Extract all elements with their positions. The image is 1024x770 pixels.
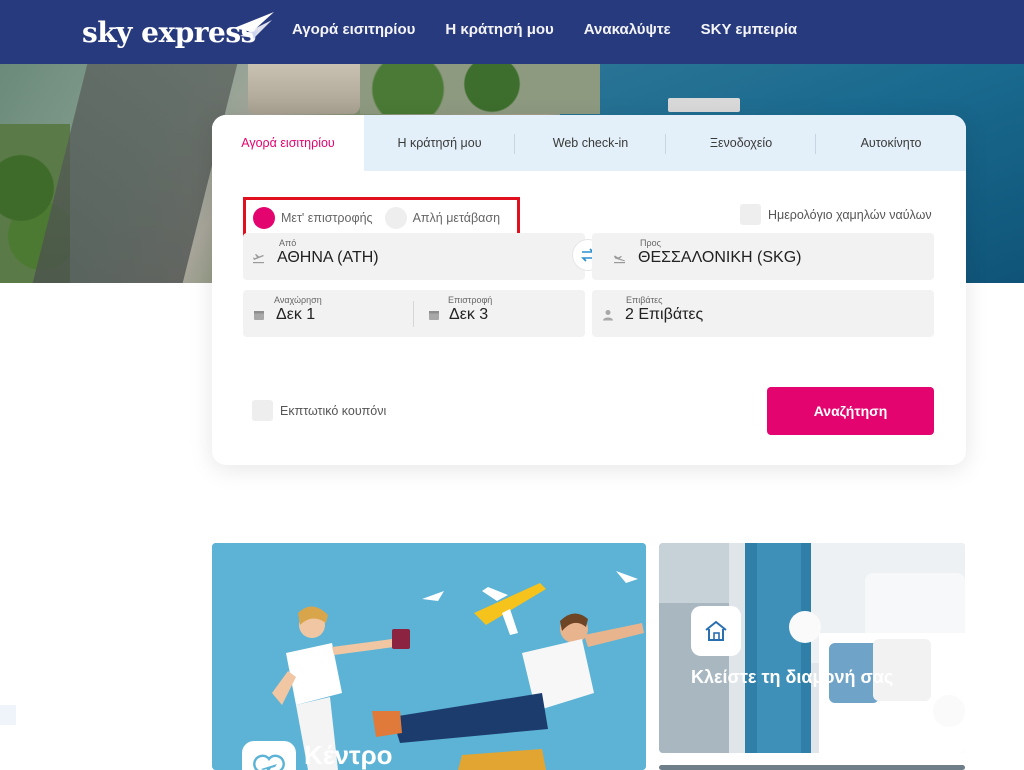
destination-label: Προς xyxy=(640,238,661,248)
help-center-illustration xyxy=(212,543,646,770)
origin-value: ΑΘΗΝΑ (ATH) xyxy=(277,249,379,266)
house-icon xyxy=(705,620,727,641)
tab-buy-ticket[interactable]: Αγορά εισιτηρίου xyxy=(212,115,364,171)
dates-field: Αναχώρηση Δεκ 1 Επιστροφή Δεκ 3 xyxy=(243,290,585,337)
hero-road xyxy=(32,64,238,283)
discount-coupon-option: Εκπτωτικό κουπόνι xyxy=(252,400,386,421)
nav-link-discover[interactable]: Ανακαλύψτε xyxy=(584,21,671,38)
passengers-value: 2 Επιβάτες xyxy=(625,306,704,323)
tab-label: Η κράτησή μου xyxy=(397,136,482,150)
person-icon xyxy=(603,310,613,321)
destination-value: ΘΕΣΣΑΛΟΝΙΚΗ (SKG) xyxy=(638,249,802,266)
origin-field[interactable]: Από ΑΘΗΝΑ (ATH) xyxy=(243,233,585,280)
hotel-promo[interactable]: Κλείστε τη διαμονή σας xyxy=(659,543,965,753)
tab-label: Ξενοδοχείο xyxy=(709,136,773,150)
low-fare-calendar-checkbox[interactable] xyxy=(740,204,761,225)
low-fare-calendar-label: Ημερολόγιο χαμηλών ναύλων xyxy=(768,207,932,222)
tab-label: Αυτοκίνητο xyxy=(860,136,922,150)
origin-label: Από xyxy=(279,238,297,248)
main-menu: Αγορά εισιτηρίου Η κράτησή μου Ανακαλύψτ… xyxy=(292,21,797,38)
search-button[interactable]: Αναζήτηση xyxy=(767,387,934,435)
destination-field[interactable]: Προς ΘΕΣΣΑΛΟΝΙΚΗ (SKG) xyxy=(592,233,934,280)
tab-car[interactable]: Αυτοκίνητο xyxy=(816,115,966,171)
calendar-icon xyxy=(254,311,264,320)
calendar-icon xyxy=(429,311,439,320)
hotel-icon-box xyxy=(691,606,741,656)
paper-plane-logo-icon xyxy=(234,12,274,40)
nav-link-sky-experience[interactable]: SKY εμπειρία xyxy=(701,21,797,38)
help-center-icon-box xyxy=(242,741,296,770)
departure-date-field[interactable]: Αναχώρηση Δεκ 1 xyxy=(243,290,413,337)
help-center-promo[interactable]: Κέντρο xyxy=(212,543,646,770)
hotel-promo-title: Κλείστε τη διαμονή σας xyxy=(691,667,894,687)
logo-text: sky express xyxy=(82,15,256,49)
discount-coupon-checkbox[interactable] xyxy=(252,400,273,421)
departure-label: Αναχώρηση xyxy=(274,295,322,305)
return-date-field[interactable]: Επιστροφή Δεκ 3 xyxy=(414,290,585,337)
sky-express-logo[interactable]: sky express xyxy=(82,12,274,52)
help-center-title: Κέντρο xyxy=(304,740,393,770)
radio-one-way[interactable] xyxy=(384,206,407,229)
radio-round-trip[interactable] xyxy=(253,206,275,229)
takeoff-icon xyxy=(253,254,264,264)
plane-heart-icon xyxy=(253,754,285,770)
tab-web-check-in[interactable]: Web check-in xyxy=(515,115,666,171)
top-navigation: sky express Αγορά εισιτηρίου Η κράτησή μ… xyxy=(0,0,1024,64)
low-fare-calendar-option: Ημερολόγιο χαμηλών ναύλων xyxy=(740,204,932,225)
nav-link-my-booking[interactable]: Η κράτησή μου xyxy=(445,21,553,38)
landing-icon xyxy=(614,255,625,264)
return-label: Επιστροφή xyxy=(448,295,493,305)
tab-my-booking[interactable]: Η κράτησή μου xyxy=(364,115,515,171)
one-way-label[interactable]: Απλή μετάβαση xyxy=(413,211,500,225)
side-widget-tab[interactable] xyxy=(0,705,16,725)
discount-coupon-label: Εκπτωτικό κουπόνι xyxy=(280,403,387,418)
booking-widget: Αγορά εισιτηρίου Η κράτησή μου Web check… xyxy=(212,115,966,465)
trip-type-selector: Μετ' επιστροφής Απλή μετάβαση xyxy=(243,197,520,238)
departure-value: Δεκ 1 xyxy=(276,306,316,323)
nav-link-buy-ticket[interactable]: Αγορά εισιτηρίου xyxy=(292,21,415,38)
round-trip-label[interactable]: Μετ' επιστροφής xyxy=(281,211,373,225)
hero-park xyxy=(360,64,600,114)
tab-hotel[interactable]: Ξενοδοχείο xyxy=(666,115,816,171)
next-promo-tile[interactable] xyxy=(659,765,965,770)
tab-label: Αγορά εισιτηρίου xyxy=(241,136,335,150)
booking-tabs: Αγορά εισιτηρίου Η κράτησή μου Web check… xyxy=(212,115,966,171)
passengers-label: Επιβάτες xyxy=(626,295,663,305)
tab-label: Web check-in xyxy=(552,136,629,150)
hero-white-tower xyxy=(248,64,360,114)
passengers-field[interactable]: Επιβάτες 2 Επιβάτες xyxy=(592,290,934,337)
hero-boat xyxy=(668,98,740,112)
return-value: Δεκ 3 xyxy=(449,306,489,323)
